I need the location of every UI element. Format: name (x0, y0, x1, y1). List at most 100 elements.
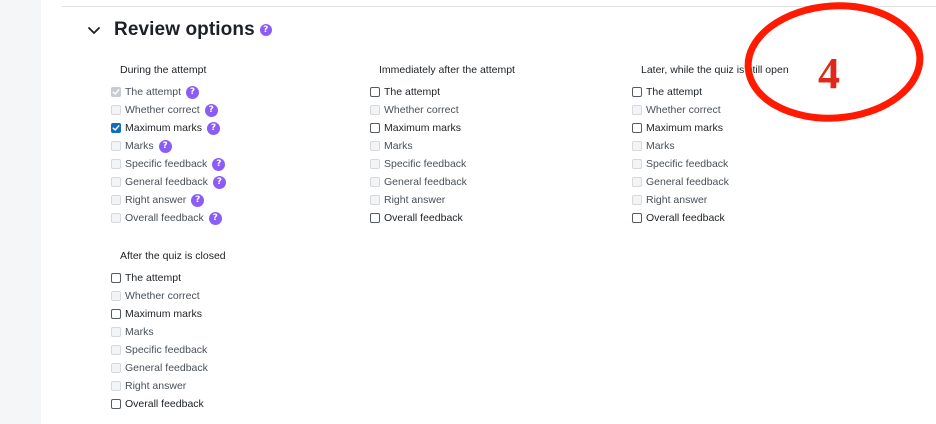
checkbox[interactable] (111, 273, 121, 283)
checkbox[interactable] (370, 87, 380, 97)
checkbox (111, 87, 121, 97)
checkbox (111, 213, 121, 223)
review-option-overall-feedback[interactable]: Overall feedback (111, 395, 226, 413)
help-icon[interactable]: ? (212, 175, 226, 189)
checkbox-label: General feedback (125, 176, 208, 188)
help-icon[interactable]: ? (259, 24, 272, 36)
checkbox-label: Maximum marks (646, 122, 724, 134)
review-group-immediately-after: Immediately after the attempt The attemp… (370, 63, 515, 227)
checkbox-label: Specific feedback (125, 344, 208, 356)
chevron-down-icon (86, 22, 102, 38)
help-icon[interactable]: ? (208, 211, 222, 225)
checkbox-label: Overall feedback (125, 398, 204, 410)
checkbox-label: General feedback (125, 362, 208, 374)
checkbox[interactable] (632, 87, 642, 97)
checkbox (111, 327, 121, 337)
checkbox-label: Whether correct (125, 290, 200, 302)
checkbox-label: Marks (646, 140, 675, 152)
help-icon[interactable]: ? (207, 121, 221, 135)
checkbox-label: Whether correct (646, 104, 721, 116)
checkbox-label: Whether correct (384, 104, 459, 116)
help-icon[interactable]: ? (191, 193, 205, 207)
checkbox-label: Right answer (125, 380, 187, 392)
checkbox-label: The attempt (125, 272, 182, 284)
review-option-maximum-marks[interactable]: Maximum marks (632, 119, 789, 137)
review-option-the-attempt[interactable]: The attempt (632, 83, 789, 101)
checkbox (370, 195, 380, 205)
review-options-section-toggle[interactable]: Review options ? (86, 18, 272, 42)
checkbox-label: Specific feedback (384, 158, 467, 170)
checkbox (111, 105, 121, 115)
left-sidebar-rail (0, 0, 41, 424)
checkbox-label: Right answer (384, 194, 446, 206)
group-title: Later, while the quiz is still open (641, 64, 789, 76)
review-option-maximum-marks[interactable]: Maximum marks (111, 305, 226, 323)
checkbox-label: General feedback (384, 176, 467, 188)
help-icon[interactable]: ? (204, 103, 218, 117)
checkbox[interactable] (111, 123, 121, 133)
review-option-maximum-marks[interactable]: Maximum marks (370, 119, 515, 137)
review-option-right-answer: Right answer? (111, 191, 226, 209)
checkbox-label: Specific feedback (646, 158, 729, 170)
checkbox-label: The attempt (125, 86, 182, 98)
help-icon[interactable]: ? (186, 85, 200, 99)
review-option-marks: Marks? (111, 137, 226, 155)
review-option-the-attempt[interactable]: The attempt (111, 269, 226, 287)
review-option-general-feedback: General feedback (370, 173, 515, 191)
review-option-the-attempt: The attempt? (111, 83, 226, 101)
checkbox (370, 159, 380, 169)
review-option-overall-feedback[interactable]: Overall feedback (370, 209, 515, 227)
review-option-specific-feedback: Specific feedback (111, 341, 226, 359)
checkbox (370, 105, 380, 115)
review-option-maximum-marks[interactable]: Maximum marks? (111, 119, 226, 137)
help-icon[interactable]: ? (158, 139, 172, 153)
checkbox[interactable] (370, 213, 380, 223)
checkbox-label: Overall feedback (384, 212, 463, 224)
review-option-specific-feedback: Specific feedback (632, 155, 789, 173)
checkbox-label: Whether correct (125, 104, 200, 116)
group-title: Immediately after the attempt (379, 64, 515, 76)
review-option-right-answer: Right answer (111, 377, 226, 395)
checkbox (111, 195, 121, 205)
review-option-right-answer: Right answer (632, 191, 789, 209)
review-option-whether-correct: Whether correct (370, 101, 515, 119)
section-divider (62, 6, 936, 7)
checkbox-label: Marks (384, 140, 413, 152)
review-option-specific-feedback: Specific feedback? (111, 155, 226, 173)
checkbox[interactable] (111, 399, 121, 409)
checkbox (111, 177, 121, 187)
review-option-marks: Marks (111, 323, 226, 341)
checkbox (111, 381, 121, 391)
checkbox-label: Marks (125, 140, 154, 152)
review-group-during-attempt: During the attempt The attempt? Whether c… (111, 63, 226, 227)
review-option-marks: Marks (632, 137, 789, 155)
checkbox-label: Overall feedback (125, 212, 204, 224)
review-group-after-closed: After the quiz is closed The attempt Whet… (111, 249, 226, 413)
review-option-the-attempt[interactable]: The attempt (370, 83, 515, 101)
review-option-specific-feedback: Specific feedback (370, 155, 515, 173)
review-option-overall-feedback[interactable]: Overall feedback (632, 209, 789, 227)
checkbox (632, 141, 642, 151)
checkbox-label: Marks (125, 326, 154, 338)
checkbox (370, 141, 380, 151)
checkbox-label: General feedback (646, 176, 729, 188)
checkbox (111, 363, 121, 373)
checkbox (111, 159, 121, 169)
checkbox-label: Maximum marks (125, 122, 203, 134)
checkbox[interactable] (632, 123, 642, 133)
review-option-whether-correct: Whether correct (632, 101, 789, 119)
checkbox[interactable] (632, 213, 642, 223)
checkbox-label: Right answer (646, 194, 708, 206)
review-option-general-feedback: General feedback (111, 359, 226, 377)
help-icon[interactable]: ? (212, 157, 226, 171)
checkbox (632, 159, 642, 169)
checkbox-label: Specific feedback (125, 158, 208, 170)
review-option-whether-correct: Whether correct? (111, 101, 226, 119)
review-option-right-answer: Right answer (370, 191, 515, 209)
checkbox (632, 195, 642, 205)
checkbox-label: Maximum marks (384, 122, 462, 134)
checkbox[interactable] (111, 309, 121, 319)
checkbox-label: Right answer (125, 194, 187, 206)
checkbox (370, 177, 380, 187)
checkbox[interactable] (370, 123, 380, 133)
